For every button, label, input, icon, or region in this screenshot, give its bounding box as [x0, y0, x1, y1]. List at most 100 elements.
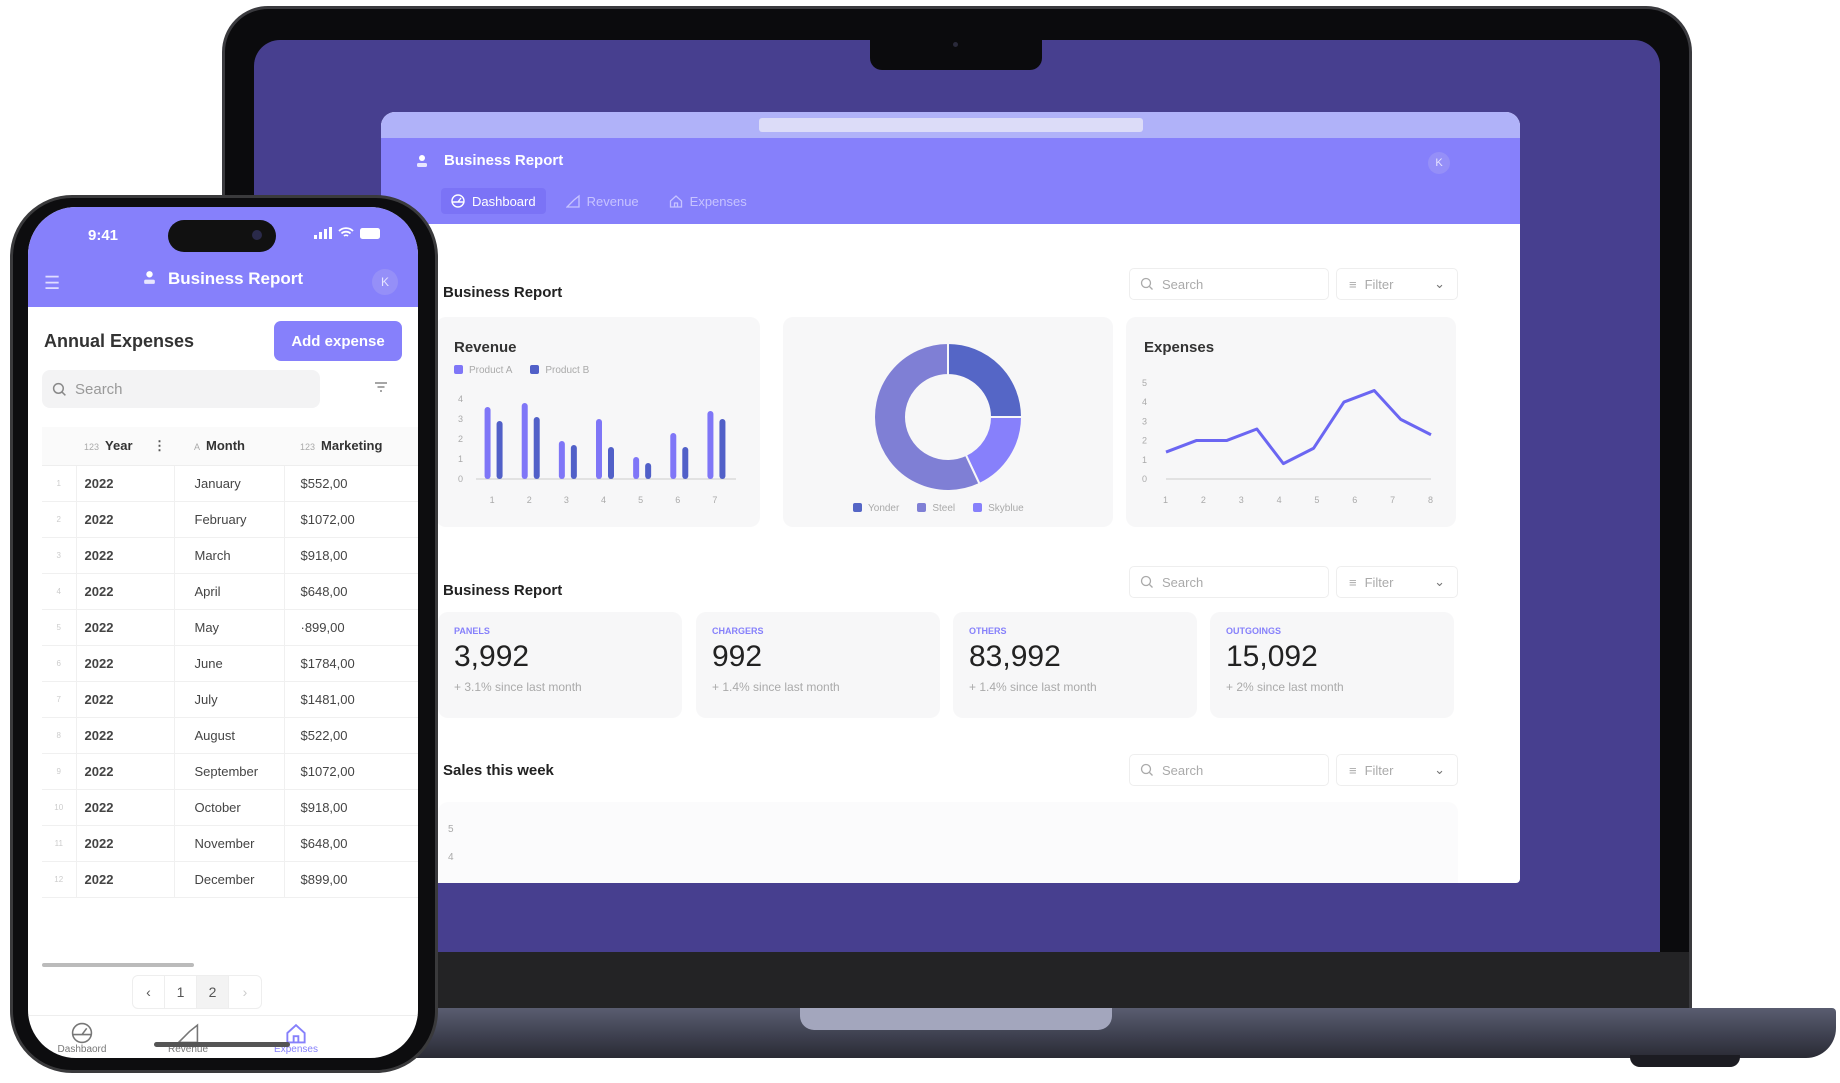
legend-swatch — [454, 365, 463, 374]
search-input[interactable]: Search — [1129, 268, 1329, 300]
avatar[interactable]: K — [1428, 152, 1450, 174]
x-tick-label: 4 — [601, 495, 606, 505]
table-row[interactable]: 6 2022 June $1784,00 — [42, 645, 418, 682]
chart-title: Expenses — [1144, 339, 1215, 356]
cell-year: 2022 — [76, 609, 175, 646]
y-tick-label: 2 — [1142, 436, 1147, 446]
chart-title: Revenue — [454, 339, 517, 356]
bar-product-a[interactable] — [484, 407, 491, 479]
y-tick-label: 0 — [1142, 474, 1147, 484]
table-row[interactable]: 7 2022 July $1481,00 — [42, 681, 418, 718]
page-button-current[interactable]: 2 — [197, 976, 229, 1008]
bar-product-b[interactable] — [645, 463, 652, 479]
bar-product-b[interactable] — [682, 447, 689, 479]
user-icon — [144, 271, 155, 284]
status-time: 9:41 — [88, 227, 119, 244]
search-input[interactable]: Search — [42, 370, 320, 408]
bar-product-b[interactable] — [533, 417, 540, 479]
revenue-bar-chart: 0 1 2 3 4 1 2 3 4 5 6 7 — [458, 394, 736, 505]
row-index: 11 — [42, 825, 77, 862]
add-expense-button[interactable]: Add expense — [274, 321, 402, 361]
x-tick-label: 1 — [490, 495, 495, 505]
tabbar-item-revenue[interactable]: Revenue — [138, 1022, 238, 1055]
page-button[interactable]: 1 — [165, 976, 197, 1008]
phone-screen: 9:41 ☰ Business Report K Annual Expenses… — [28, 207, 418, 1058]
tab-dashboard[interactable]: Dashboard — [441, 188, 546, 214]
cell-marketing: $648,00 — [284, 825, 418, 862]
sort-icon[interactable]: ⋮ — [153, 438, 166, 454]
bar-product-b[interactable] — [570, 445, 577, 479]
bar-product-b[interactable] — [496, 421, 503, 479]
filter-icon[interactable] — [374, 380, 388, 396]
legend-item: Steel — [917, 503, 955, 514]
tab-revenue[interactable]: Revenue — [556, 188, 649, 214]
tab-label: Dashboard — [472, 193, 536, 209]
x-tick-label: 8 — [1428, 495, 1433, 505]
table-row[interactable]: 3 2022 March $918,00 — [42, 537, 418, 574]
next-page-button[interactable]: › — [229, 976, 261, 1008]
filter-dropdown[interactable]: ≡ Filter ⌄ — [1336, 566, 1458, 598]
x-tick-label: 7 — [1390, 495, 1395, 505]
laptop-chin — [225, 952, 1689, 1012]
column-header-year[interactable]: 123 Year ⋮ — [76, 427, 174, 466]
table-row[interactable]: 11 2022 November $648,00 — [42, 825, 418, 862]
column-header-marketing[interactable]: 123 Marketing — [284, 427, 418, 466]
horizontal-scrollbar[interactable] — [42, 963, 194, 967]
tabbar-item-dashboard[interactable]: Dashbaord — [32, 1022, 132, 1055]
donut-card: Yonder Steel Skyblue — [783, 317, 1113, 527]
table-row[interactable]: 4 2022 April $648,00 — [42, 573, 418, 610]
tab-expenses[interactable]: Expenses — [659, 188, 757, 214]
table-row[interactable]: 2 2022 February $1072,00 — [42, 501, 418, 538]
search-icon — [1140, 575, 1153, 588]
cell-marketing: $1072,00 — [284, 753, 418, 790]
filter-dropdown[interactable]: ≡ Filter ⌄ — [1336, 754, 1458, 786]
legend-label: Skyblue — [988, 503, 1024, 514]
search-input[interactable]: Search — [1129, 754, 1329, 786]
bar-product-a[interactable] — [707, 411, 714, 479]
cell-marketing: $552,00 — [284, 465, 418, 502]
prev-page-button[interactable]: ‹ — [133, 976, 165, 1008]
cell-month: February — [174, 501, 285, 538]
table-row[interactable]: 5 2022 May ·899,00 — [42, 609, 418, 646]
sales-chart-card: 5 4 — [438, 802, 1458, 883]
y-tick-label: 0 — [458, 474, 463, 484]
filter-icon: ≡ — [1349, 276, 1357, 292]
cell-month: December — [174, 861, 285, 898]
search-placeholder: Search — [1162, 762, 1204, 778]
table-row[interactable]: 1 2022 January $552,00 — [42, 465, 418, 502]
bar-product-a[interactable] — [521, 403, 528, 479]
bar-product-b[interactable] — [608, 447, 614, 479]
tabbar-divider — [28, 1015, 418, 1016]
row-index: 5 — [42, 609, 77, 646]
donut-slice-yonder[interactable] — [947, 341, 1024, 418]
tabbar-label: Dashbaord — [57, 1044, 107, 1055]
column-header-month[interactable]: A Month — [174, 427, 284, 466]
url-bar[interactable] — [759, 118, 1143, 132]
avatar[interactable]: K — [372, 269, 398, 295]
filter-label: Filter — [1364, 574, 1394, 590]
x-tick-label: 7 — [712, 495, 717, 505]
bar-product-b[interactable] — [719, 419, 726, 479]
table-row[interactable]: 12 2022 December $899,00 — [42, 861, 418, 898]
table-row[interactable]: 10 2022 October $918,00 — [42, 789, 418, 826]
nav-tabs: Dashboard Revenue Expenses — [441, 188, 757, 214]
cell-marketing: $1481,00 — [284, 681, 418, 718]
search-input[interactable]: Search — [1129, 566, 1329, 598]
x-tick-label: 1 — [1163, 495, 1168, 505]
legend-item: Product B — [530, 365, 589, 376]
bar-product-a[interactable] — [670, 433, 677, 479]
legend-item: Skyblue — [973, 503, 1024, 514]
table-row[interactable]: 9 2022 September $1072,00 — [42, 753, 418, 790]
search-placeholder: Search — [1162, 276, 1204, 292]
table-row[interactable]: 8 2022 August $522,00 — [42, 717, 418, 754]
expenses-line[interactable] — [1165, 389, 1432, 466]
cell-year: 2022 — [76, 501, 175, 538]
tabbar-item-expenses[interactable]: Expenses — [246, 1022, 346, 1055]
cell-month: September — [174, 753, 285, 790]
kpi-label: CHARGERS — [712, 626, 764, 636]
cell-marketing: $918,00 — [284, 537, 418, 574]
bar-product-a[interactable] — [596, 419, 602, 479]
bar-product-a[interactable] — [633, 457, 640, 479]
filter-dropdown[interactable]: ≡ Filter ⌄ — [1336, 268, 1458, 300]
bar-product-a[interactable] — [558, 441, 565, 479]
